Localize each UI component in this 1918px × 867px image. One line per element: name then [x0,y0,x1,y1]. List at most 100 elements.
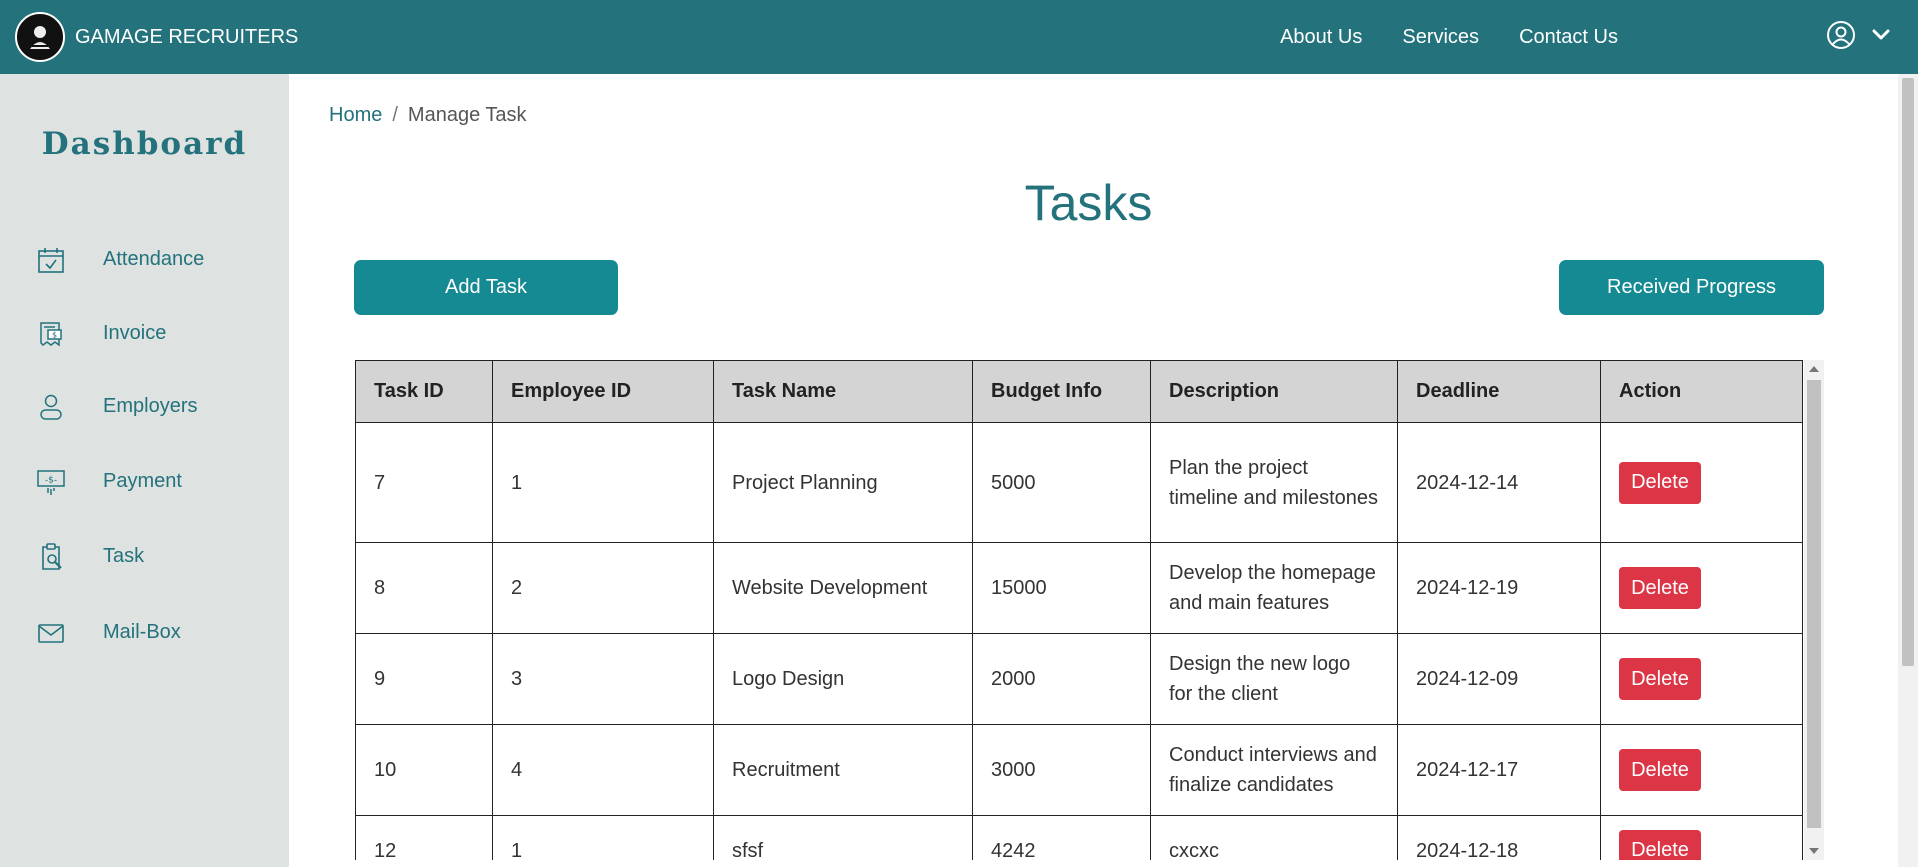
delete-button[interactable]: Delete [1619,461,1701,504]
cell-description: Develop the homepage and main features [1150,542,1398,634]
breadcrumb-home-link[interactable]: Home [329,104,382,126]
cell-action: Delete [1600,422,1803,543]
calendar-check-icon [38,248,64,273]
delete-button[interactable]: Delete [1619,829,1701,860]
cell-deadline: 2024-12-19 [1397,542,1601,634]
cell-budget: 5000 [972,422,1151,543]
breadcrumb-separator: / [392,104,398,126]
delete-button[interactable]: Delete [1619,658,1701,700]
tasks-table-container: Task ID Employee ID Task Name Budget Inf… [355,360,1824,860]
sidebar-item-label: Invoice [103,321,167,344]
column-header-employee-id: Employee ID [492,360,714,423]
column-header-action: Action [1600,360,1803,423]
scroll-down-arrow-icon[interactable] [1809,848,1819,854]
cell-budget: 2000 [972,633,1151,725]
user-avatar-icon[interactable] [1826,20,1856,50]
sidebar-item-label: Mail-Box [103,620,181,643]
table-row: 8 2 Website Development 15000 Develop th… [355,542,1803,634]
page-title: Tasks [1024,175,1153,231]
cell-employee-id: 2 [492,542,714,634]
cell-action: Delete [1600,724,1803,816]
sidebar: Dashboard Attendance $ Invoice Employers [0,74,289,867]
logo-icon [15,12,65,62]
column-header-description: Description [1150,360,1398,423]
cell-task-name: sfsf [713,815,973,860]
sidebar-item-label: Task [103,544,145,567]
cell-deadline: 2024-12-17 [1397,724,1601,816]
sidebar-item-label: Payment [103,469,182,492]
svg-text:$: $ [52,331,57,340]
column-header-task-id: Task ID [355,360,493,423]
envelope-icon [38,624,64,643]
nav-link-contact-us[interactable]: Contact Us [1519,26,1618,49]
cell-employee-id: 4 [492,724,714,816]
breadcrumb: Home / Manage Task [329,104,527,127]
table-header-row: Task ID Employee ID Task Name Budget Inf… [355,360,1803,423]
cell-action: Delete [1600,815,1803,860]
cell-action: Delete [1600,542,1803,634]
column-header-budget-info: Budget Info [972,360,1151,423]
user-menu[interactable] [1826,20,1890,50]
cell-budget: 3000 [972,724,1151,816]
cell-task-id: 8 [355,542,493,634]
brand[interactable]: GAMAGE RECRUITERS [15,12,298,62]
column-header-task-name: Task Name [713,360,973,423]
cell-task-name: Website Development [713,542,973,634]
delete-button[interactable]: Delete [1619,567,1701,609]
brand-name: GAMAGE RECRUITERS [75,25,299,48]
cell-employee-id: 3 [492,633,714,725]
sidebar-item-task[interactable]: Task [0,531,289,581]
cell-task-name: Project Planning [713,422,973,543]
cell-action: Delete [1600,633,1803,725]
cell-task-id: 10 [355,724,493,816]
cell-task-id: 7 [355,422,493,543]
page-scrollbar-thumb[interactable] [1902,78,1914,666]
cell-description: Design the new logo for the client [1150,633,1398,725]
table-row: 10 4 Recruitment 3000 Conduct interviews… [355,724,1803,816]
nav-link-services[interactable]: Services [1402,26,1479,49]
cell-deadline: 2024-12-09 [1397,633,1601,725]
clipboard-search-icon [42,543,62,570]
cell-description: Plan the project timeline and milestones [1150,422,1398,543]
cell-budget: 4242 [972,815,1151,860]
cell-budget: 15000 [972,542,1151,634]
cell-task-id: 9 [355,633,493,725]
column-header-deadline: Deadline [1397,360,1601,423]
svg-text:-$-: -$- [45,476,57,486]
table-row: 9 3 Logo Design 2000 Design the new logo… [355,633,1803,725]
sidebar-item-payment[interactable]: -$- Payment [0,456,289,506]
sidebar-item-invoice[interactable]: $ Invoice [0,308,289,358]
cell-task-name: Logo Design [713,633,973,725]
cell-task-name: Recruitment [713,724,973,816]
cell-description: cxcxc [1150,815,1398,860]
nav-link-about-us[interactable]: About Us [1280,26,1362,49]
table-row: 7 1 Project Planning 5000 Plan the proje… [355,422,1803,543]
delete-button[interactable]: Delete [1619,749,1701,791]
add-task-button[interactable]: Add Task [354,260,618,315]
cell-employee-id: 1 [492,815,714,860]
received-progress-button[interactable]: Received Progress [1559,260,1824,315]
cell-employee-id: 1 [492,422,714,543]
top-navbar: GAMAGE RECRUITERS About Us Services Cont… [0,0,1918,74]
breadcrumb-current: Manage Task [407,104,527,126]
scroll-up-arrow-icon[interactable] [1809,366,1819,372]
invoice-icon: $ [40,322,62,347]
payment-icon: -$- [37,470,65,495]
page-scrollbar[interactable] [1898,74,1918,867]
sidebar-title: Dashboard [41,126,248,162]
chevron-down-icon[interactable] [1872,29,1890,41]
table-scrollbar[interactable] [1804,360,1824,860]
sidebar-item-mail-box[interactable]: Mail-Box [0,607,289,657]
cell-description: Conduct interviews and finalize candidat… [1150,724,1398,816]
table-scrollbar-thumb[interactable] [1807,380,1821,828]
cell-deadline: 2024-12-18 [1397,815,1601,860]
sidebar-item-label: Employers [103,394,198,417]
person-icon [40,394,62,420]
tasks-table: Task ID Employee ID Task Name Budget Inf… [355,360,1803,860]
cell-deadline: 2024-12-14 [1397,422,1601,543]
nav-links: About Us Services Contact Us [1240,0,1618,74]
sidebar-item-employers[interactable]: Employers [0,381,289,431]
sidebar-item-attendance[interactable]: Attendance [0,234,289,284]
cell-task-id: 12 [355,815,493,860]
sidebar-item-label: Attendance [103,247,205,270]
